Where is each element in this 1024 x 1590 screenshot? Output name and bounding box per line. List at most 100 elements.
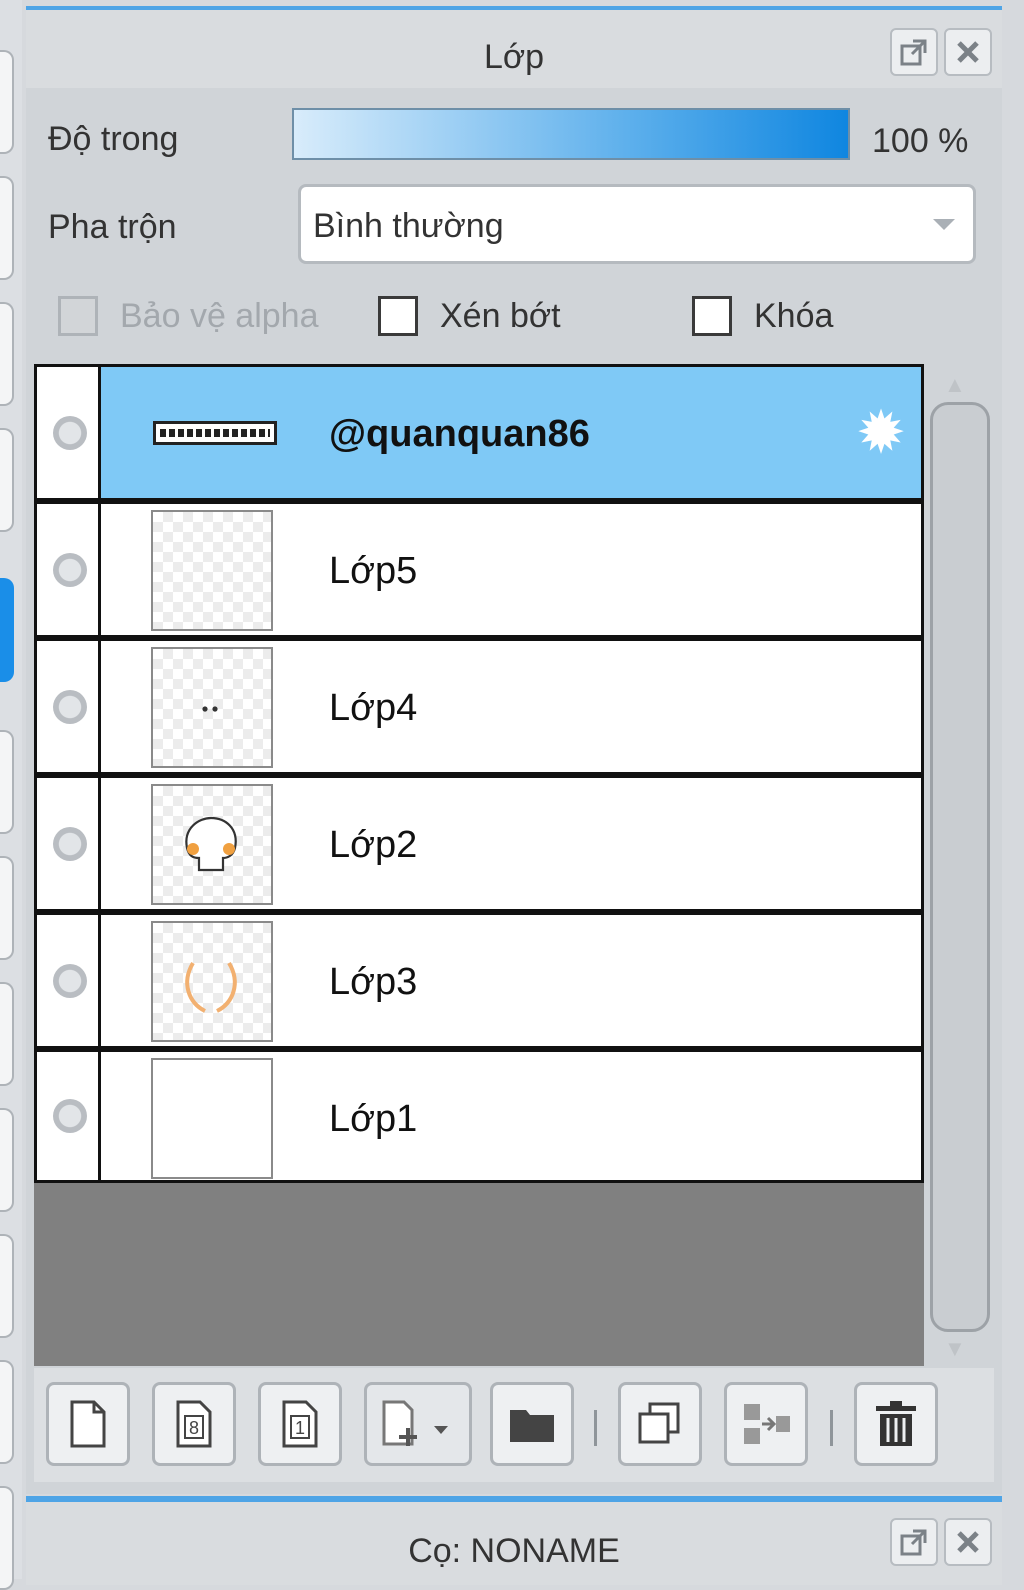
brush-panel-header[interactable]: Cọ: NONAME — [26, 1496, 1002, 1585]
visibility-toggle-icon[interactable] — [53, 963, 87, 998]
lock-checkbox[interactable]: Khóa — [692, 296, 833, 336]
popout-icon — [900, 1529, 927, 1556]
svg-text:1: 1 — [295, 1418, 305, 1438]
arcs-icon — [185, 961, 237, 1013]
visibility-column — [37, 778, 101, 909]
brush-panel-title: Cọ: NONAME — [408, 1532, 620, 1570]
toolbar-separator — [830, 1410, 833, 1446]
visibility-toggle-icon[interactable] — [53, 826, 87, 861]
left-tab[interactable] — [0, 730, 14, 834]
blend-label: Pha trộn — [48, 208, 177, 246]
visibility-toggle-icon[interactable] — [53, 552, 87, 587]
svg-text:8: 8 — [189, 1418, 199, 1438]
scroll-up-arrow[interactable]: ▲ — [944, 372, 966, 398]
new-layer-icon — [70, 1400, 106, 1448]
checkbox-box[interactable] — [692, 296, 732, 336]
close-button[interactable] — [944, 1518, 992, 1566]
visibility-column — [37, 641, 101, 772]
new-8bit-layer-icon: 8 — [176, 1400, 212, 1448]
visibility-column — [37, 1052, 101, 1180]
layer-thumbnail — [151, 784, 273, 905]
layer-name: Lớp2 — [329, 824, 418, 866]
merge-down-button[interactable] — [724, 1382, 808, 1466]
new-folder-button[interactable] — [490, 1382, 574, 1466]
layer-row[interactable]: @quanquan86 ✹ — [34, 364, 924, 501]
merge-down-icon — [744, 1404, 790, 1444]
new-1bit-layer-button[interactable]: 1 — [258, 1382, 342, 1466]
left-tab[interactable] — [0, 856, 14, 960]
close-button[interactable] — [944, 28, 992, 76]
new-8bit-layer-button[interactable]: 8 — [152, 1382, 236, 1466]
layer-row[interactable]: Lớp4 — [34, 638, 924, 775]
layer-panel: Lớp Độ trong 100 % Pha trộn Bình thường … — [26, 6, 1002, 1494]
layer-name: Lớp4 — [329, 687, 418, 729]
duplicate-layer-button[interactable] — [618, 1382, 702, 1466]
visibility-column — [37, 367, 101, 498]
chevron-down-icon — [933, 219, 955, 230]
add-layer-dropdown-button[interactable] — [364, 1382, 472, 1466]
visibility-toggle-icon[interactable] — [53, 415, 87, 450]
opacity-label: Độ trong — [48, 120, 179, 158]
layer-row[interactable]: Lớp3 — [34, 912, 924, 1049]
layer-thumbnail — [153, 421, 277, 445]
checkbox-label: Khóa — [754, 296, 834, 335]
toolbar-separator — [594, 1410, 597, 1446]
trash-icon — [876, 1401, 916, 1446]
popout-button[interactable] — [890, 1518, 938, 1566]
visibility-toggle-icon[interactable] — [53, 689, 87, 724]
layer-toolbar: 8 1 — [34, 1368, 994, 1482]
gear-icon[interactable]: ✹ — [849, 401, 913, 465]
checkbox-label: Bảo vệ alpha — [120, 296, 319, 335]
layer-name: Lớp3 — [329, 961, 418, 1003]
visibility-column — [37, 915, 101, 1046]
popout-button[interactable] — [890, 28, 938, 76]
dots-icon — [202, 706, 218, 712]
visibility-toggle-icon[interactable] — [53, 1099, 87, 1133]
layer-name: Lớp1 — [329, 1098, 418, 1140]
panel-title: Lớp — [483, 38, 545, 76]
checkbox-label: Xén bớt — [440, 296, 561, 335]
skull-icon — [185, 816, 237, 872]
left-tab[interactable] — [0, 302, 14, 406]
left-toolbar-strip — [0, 0, 22, 1590]
delete-layer-button[interactable] — [854, 1382, 938, 1466]
folder-icon — [510, 1410, 554, 1442]
new-1bit-layer-icon: 1 — [282, 1400, 318, 1448]
scroll-down-arrow[interactable]: ▼ — [944, 1336, 966, 1362]
opacity-value: 100 % — [872, 122, 969, 160]
left-tab[interactable] — [0, 1234, 14, 1338]
opacity-slider[interactable] — [292, 108, 850, 160]
layer-row[interactable]: Lớp5 — [34, 501, 924, 638]
left-tab[interactable] — [0, 1360, 14, 1464]
popout-icon — [900, 39, 927, 66]
left-tab[interactable] — [0, 428, 14, 532]
clipping-checkbox[interactable]: Xén bớt — [378, 296, 561, 336]
add-layer-dropdown-icon — [382, 1400, 448, 1446]
new-layer-button[interactable] — [46, 1382, 130, 1466]
layer-name: Lớp5 — [329, 550, 418, 592]
close-icon — [957, 1531, 979, 1553]
checkbox-box[interactable] — [58, 296, 98, 336]
left-tab-active[interactable] — [0, 578, 14, 682]
blend-mode-select[interactable]: Bình thường — [298, 184, 976, 264]
left-tab[interactable] — [0, 982, 14, 1086]
left-tab[interactable] — [0, 176, 14, 280]
blend-mode-value: Bình thường — [313, 207, 504, 245]
layer-row[interactable]: Lớp1 — [34, 1049, 924, 1183]
layer-thumbnail — [151, 921, 273, 1042]
left-tab[interactable] — [0, 1486, 14, 1590]
protect-alpha-checkbox[interactable]: Bảo vệ alpha — [58, 296, 319, 336]
layer-thumbnail — [151, 510, 273, 631]
layer-thumbnail — [151, 647, 273, 768]
scrollbar[interactable] — [930, 402, 990, 1332]
checkbox-box[interactable] — [378, 296, 418, 336]
close-icon — [957, 41, 979, 63]
left-tab[interactable] — [0, 50, 14, 154]
panel-titlebar[interactable]: Lớp — [26, 10, 1002, 88]
left-tab[interactable] — [0, 1108, 14, 1212]
layer-thumbnail — [151, 1058, 273, 1179]
layer-row[interactable]: Lớp2 — [34, 775, 924, 912]
layer-name: @quanquan86 — [329, 413, 590, 455]
visibility-column — [37, 504, 101, 635]
duplicate-layer-icon — [638, 1402, 680, 1444]
